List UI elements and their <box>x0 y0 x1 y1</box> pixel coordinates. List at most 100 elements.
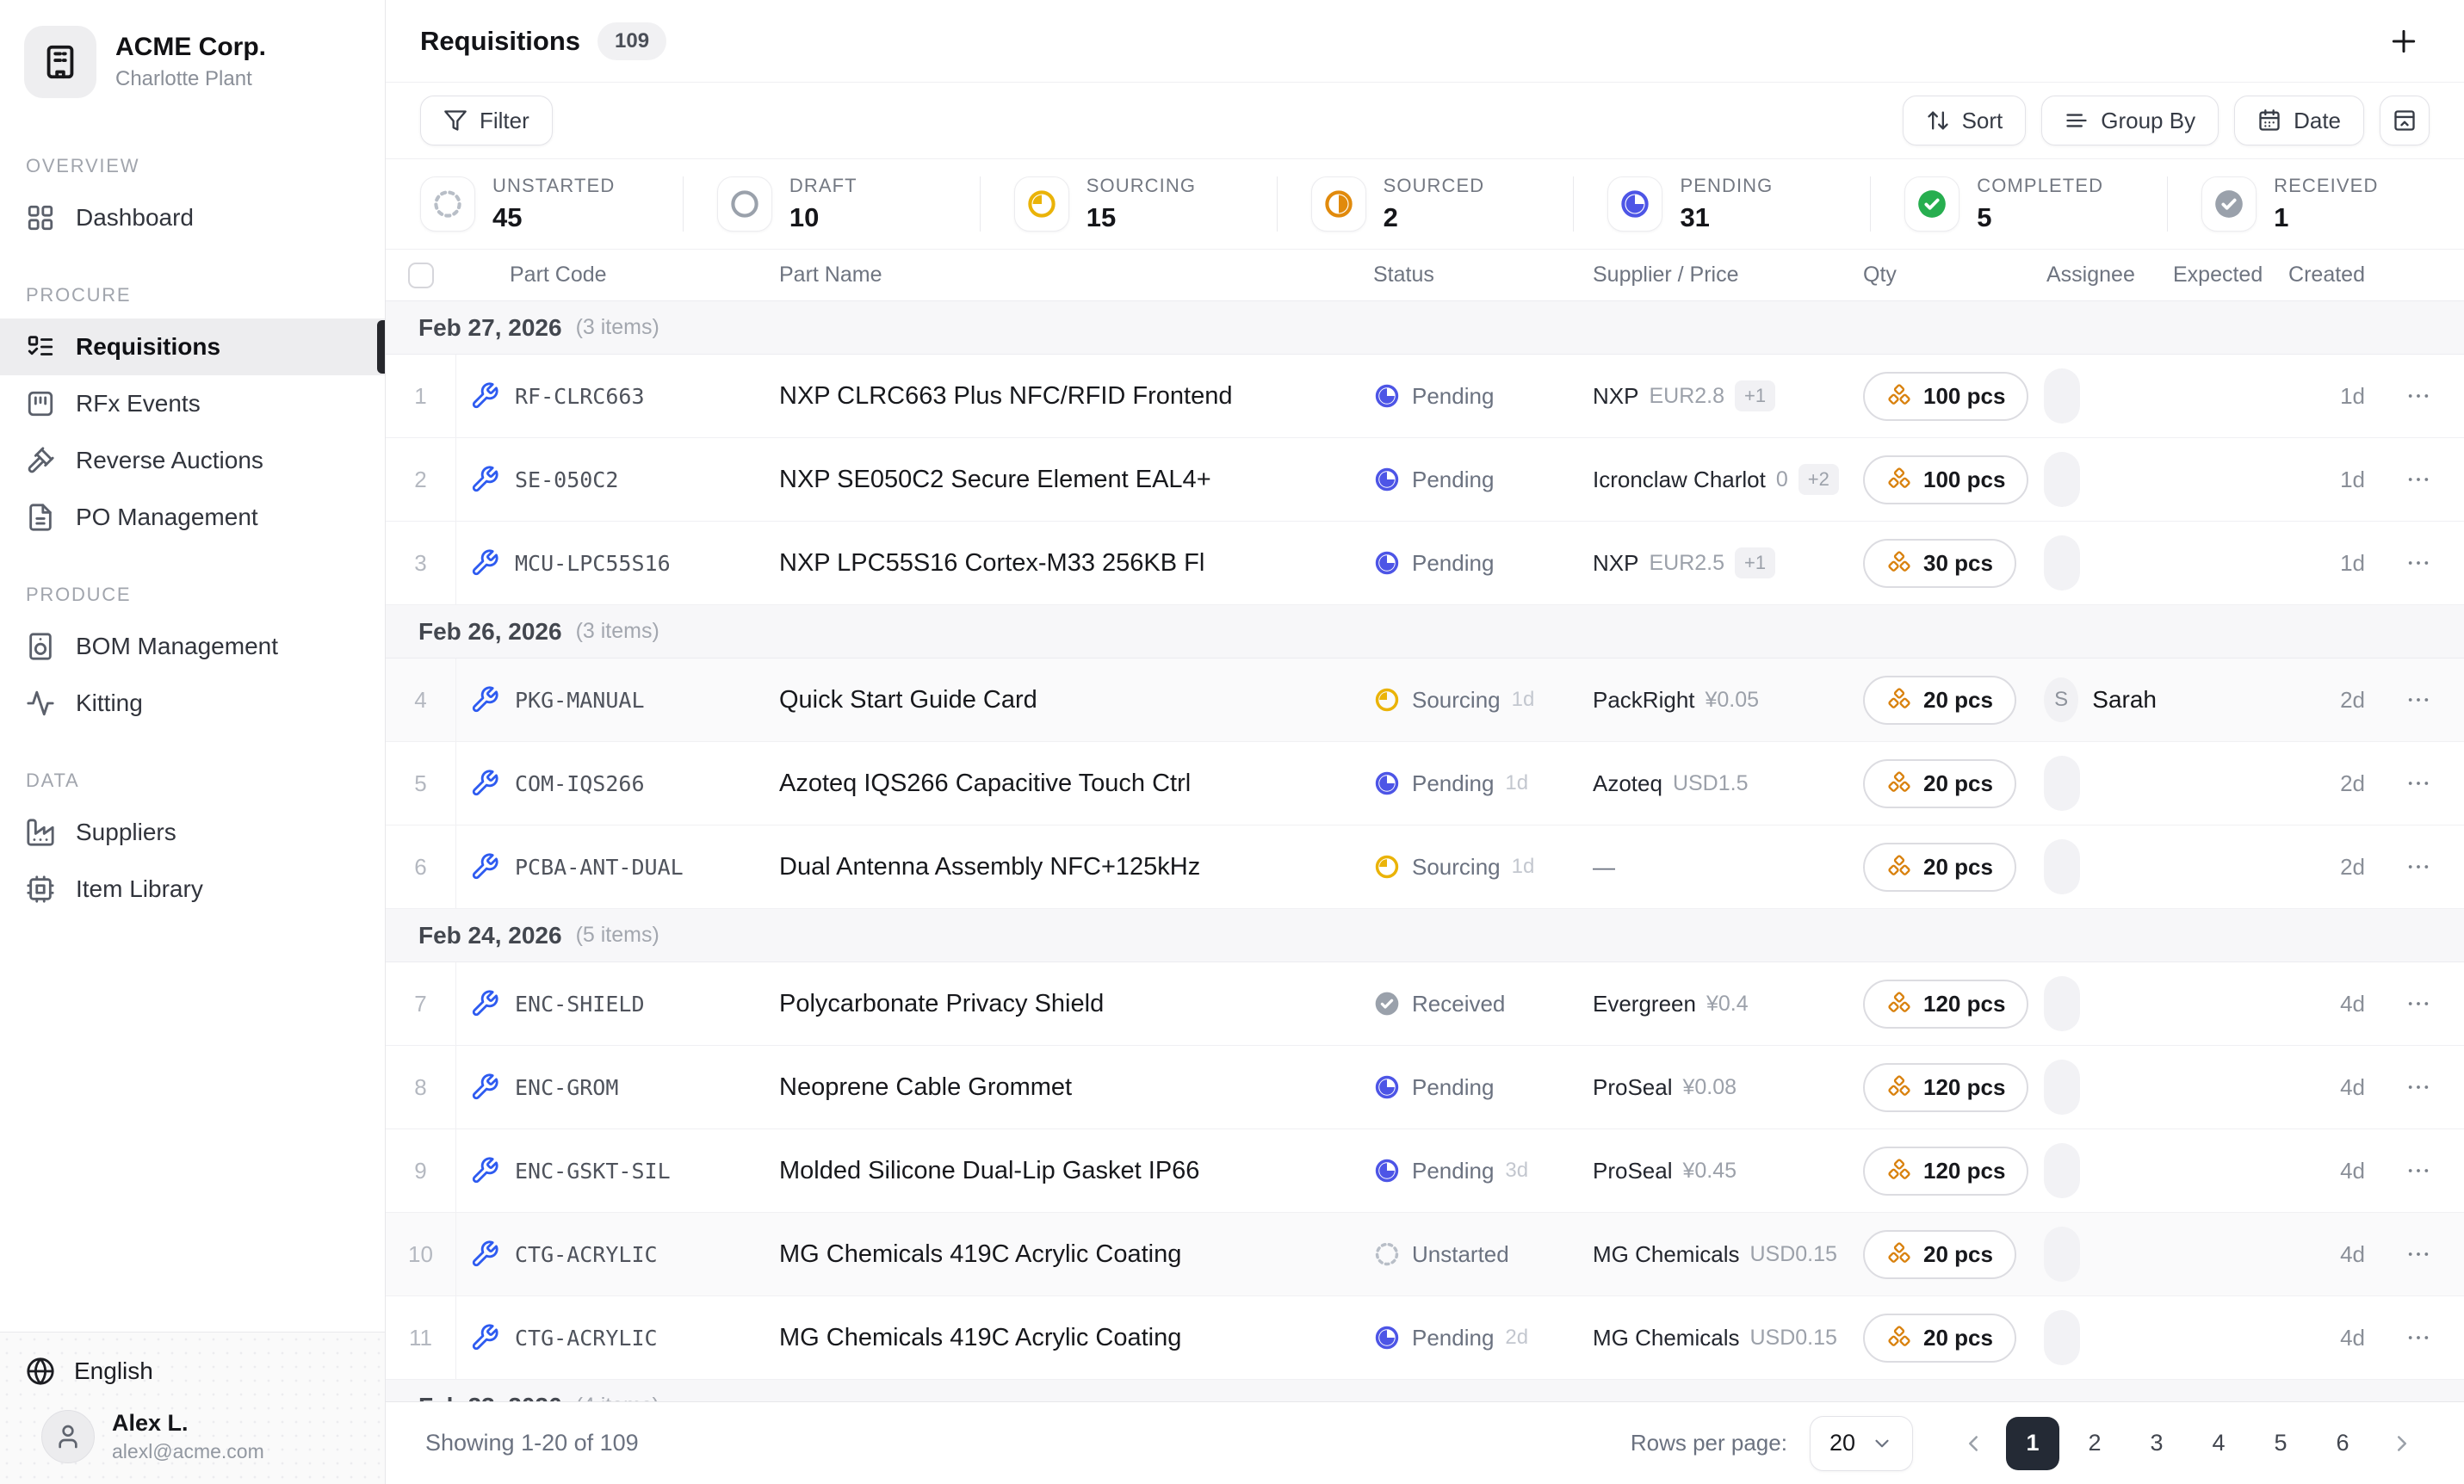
requisition-row[interactable]: 6PCBA-ANT-DUALDual Antenna Assembly NFC+… <box>386 825 2464 909</box>
sidebar-item-item-library[interactable]: Item Library <box>0 861 385 918</box>
summary-chip-icon <box>1014 176 1069 232</box>
user-profile[interactable]: Alex L. alexl@acme.com <box>0 1398 385 1469</box>
part-code-cell: ENC-GROM <box>456 1046 779 1128</box>
boxes-icon <box>1886 1325 1912 1351</box>
kebab-menu-icon[interactable] <box>2405 1157 2432 1184</box>
sidebar-item-requisitions[interactable]: Requisitions <box>0 318 385 375</box>
kebab-menu-icon[interactable] <box>2405 853 2432 881</box>
page-button-4[interactable]: 4 <box>2192 1417 2245 1470</box>
requisition-row[interactable]: 4PKG-MANUALQuick Start Guide CardSourcin… <box>386 659 2464 742</box>
new-requisition-button[interactable] <box>2383 21 2424 62</box>
group-count: (3 items) <box>576 619 659 644</box>
kebab-menu-icon[interactable] <box>2405 466 2432 493</box>
summary-chip-unstarted[interactable]: UNSTARTED45 <box>386 159 683 249</box>
row-number: 4 <box>386 659 456 741</box>
page-button-1[interactable]: 1 <box>2006 1417 2059 1470</box>
column-header-qty[interactable]: Qty <box>1851 250 2032 300</box>
status-label: Unstarted <box>1412 1241 1509 1268</box>
org-switcher[interactable]: ACME Corp. Charlotte Plant <box>0 0 385 117</box>
prev-page-button[interactable] <box>1949 1419 1997 1468</box>
part-name-cell: Molded Silicone Dual-Lip Gasket IP66 <box>779 1129 1373 1212</box>
date-button[interactable]: Date <box>2234 96 2364 145</box>
kebab-menu-icon[interactable] <box>2405 1240 2432 1268</box>
summary-chip-sourced[interactable]: SOURCED2 <box>1277 159 1574 249</box>
qty-cell: 100 pcs <box>1851 355 2032 437</box>
kebab-menu-icon[interactable] <box>2405 1324 2432 1351</box>
next-page-button[interactable] <box>2378 1419 2426 1468</box>
status-pending-icon <box>1373 770 1401 797</box>
summary-chip-received[interactable]: RECEIVED1 <box>2167 159 2464 249</box>
sidebar-item-bom-management[interactable]: BOM Management <box>0 618 385 675</box>
sidebar-item-suppliers[interactable]: Suppliers <box>0 804 385 861</box>
qty-value: 120 pcs <box>1923 1158 2005 1184</box>
assignee-avatar: S <box>2044 677 2078 722</box>
summary-chip-value: 2 <box>1384 202 1485 233</box>
sidebar-item-kitting[interactable]: Kitting <box>0 675 385 732</box>
qty-value: 120 pcs <box>1923 991 2005 1017</box>
wrench-icon <box>470 465 499 494</box>
part-name: NXP CLRC663 Plus NFC/RFID Frontend <box>779 382 1232 411</box>
filter-button[interactable]: Filter <box>420 96 553 145</box>
summary-chip-draft[interactable]: DRAFT10 <box>683 159 980 249</box>
requisition-row[interactable]: 7ENC-SHIELDPolycarbonate Privacy ShieldR… <box>386 962 2464 1046</box>
summary-chip-pending[interactable]: PENDING31 <box>1573 159 1870 249</box>
page-button-3[interactable]: 3 <box>2130 1417 2183 1470</box>
sidebar-item-po-management[interactable]: PO Management <box>0 489 385 546</box>
kebab-menu-icon[interactable] <box>2405 1073 2432 1101</box>
supplier-name: NXP <box>1593 550 1638 577</box>
part-code-cell: COM-IQS266 <box>456 742 779 825</box>
assignee-name: Sarah <box>2092 686 2157 714</box>
requisition-row[interactable]: 5COM-IQS266Azoteq IQS266 Capacitive Touc… <box>386 742 2464 825</box>
column-header-assignee[interactable]: Assignee <box>2032 250 2157 300</box>
calendar-icon <box>2257 108 2281 133</box>
kebab-menu-icon[interactable] <box>2405 549 2432 577</box>
group-header: Feb 23, 2026(4 items) <box>386 1380 2464 1401</box>
requisition-row[interactable]: 11CTG-ACRYLICMG Chemicals 419C Acrylic C… <box>386 1296 2464 1380</box>
part-code: PKG-MANUAL <box>515 688 645 713</box>
group-by-label: Group By <box>2101 108 2195 134</box>
group-by-button[interactable]: Group By <box>2041 96 2219 145</box>
sidebar-item-rfx-events[interactable]: RFx Events <box>0 375 385 432</box>
column-header-status[interactable]: Status <box>1373 250 1593 300</box>
expected-cell <box>2157 1129 2264 1212</box>
supplier-cell: PackRight¥0.05 <box>1593 659 1851 741</box>
requisition-row[interactable]: 1RF-CLRC663NXP CLRC663 Plus NFC/RFID Fro… <box>386 355 2464 438</box>
requisition-row[interactable]: 9ENC-GSKT-SILMolded Silicone Dual-Lip Ga… <box>386 1129 2464 1213</box>
created-cell: 2d <box>2264 742 2372 825</box>
sidebar-item-reverse-auctions[interactable]: Reverse Auctions <box>0 432 385 489</box>
sidebar-footer: English Alex L. alexl@acme.com <box>0 1332 385 1484</box>
status-pending-icon <box>1373 382 1401 410</box>
requisition-row[interactable]: 8ENC-GROMNeoprene Cable GrommetPendingPr… <box>386 1046 2464 1129</box>
qty-cell: 20 pcs <box>1851 825 2032 908</box>
sort-button[interactable]: Sort <box>1903 96 2027 145</box>
requisition-row[interactable]: 10CTG-ACRYLICMG Chemicals 419C Acrylic C… <box>386 1213 2464 1296</box>
summary-chip-value: 31 <box>1680 202 1773 233</box>
kebab-menu-icon[interactable] <box>2405 770 2432 797</box>
column-header-part-code[interactable]: Part Code <box>456 250 779 300</box>
status-cell: Pending2d <box>1373 1296 1593 1379</box>
summary-chip-sourcing[interactable]: SOURCING15 <box>980 159 1277 249</box>
page-button-2[interactable]: 2 <box>2068 1417 2121 1470</box>
column-header-created[interactable]: Created <box>2264 250 2372 300</box>
status-pending-icon <box>1373 1073 1401 1101</box>
column-header-part-name[interactable]: Part Name <box>779 250 1373 300</box>
language-selector[interactable]: English <box>0 1345 385 1398</box>
collapse-panel-button[interactable] <box>2380 96 2430 145</box>
kebab-menu-icon[interactable] <box>2405 382 2432 410</box>
page-button-6[interactable]: 6 <box>2316 1417 2369 1470</box>
expected-cell <box>2157 522 2264 604</box>
requisition-row[interactable]: 3MCU-LPC55S16NXP LPC55S16 Cortex-M33 256… <box>386 522 2464 605</box>
summary-chip-completed[interactable]: COMPLETED5 <box>1870 159 2167 249</box>
wrench-icon <box>470 1156 499 1185</box>
page-button-5[interactable]: 5 <box>2254 1417 2307 1470</box>
requisition-row[interactable]: 2SE-050C2NXP SE050C2 Secure Element EAL4… <box>386 438 2464 522</box>
kebab-menu-icon[interactable] <box>2405 990 2432 1017</box>
rows-per-page-select[interactable]: 20 <box>1810 1416 1913 1471</box>
status-completed-icon <box>1916 188 1948 220</box>
column-header-supplier-price[interactable]: Supplier / Price <box>1593 250 1851 300</box>
kebab-menu-icon[interactable] <box>2405 686 2432 714</box>
column-header-expected[interactable]: Expected <box>2157 250 2264 300</box>
sidebar-item-dashboard[interactable]: Dashboard <box>0 189 385 246</box>
assignee-cell <box>2032 1296 2157 1379</box>
select-all-checkbox[interactable] <box>408 263 434 288</box>
